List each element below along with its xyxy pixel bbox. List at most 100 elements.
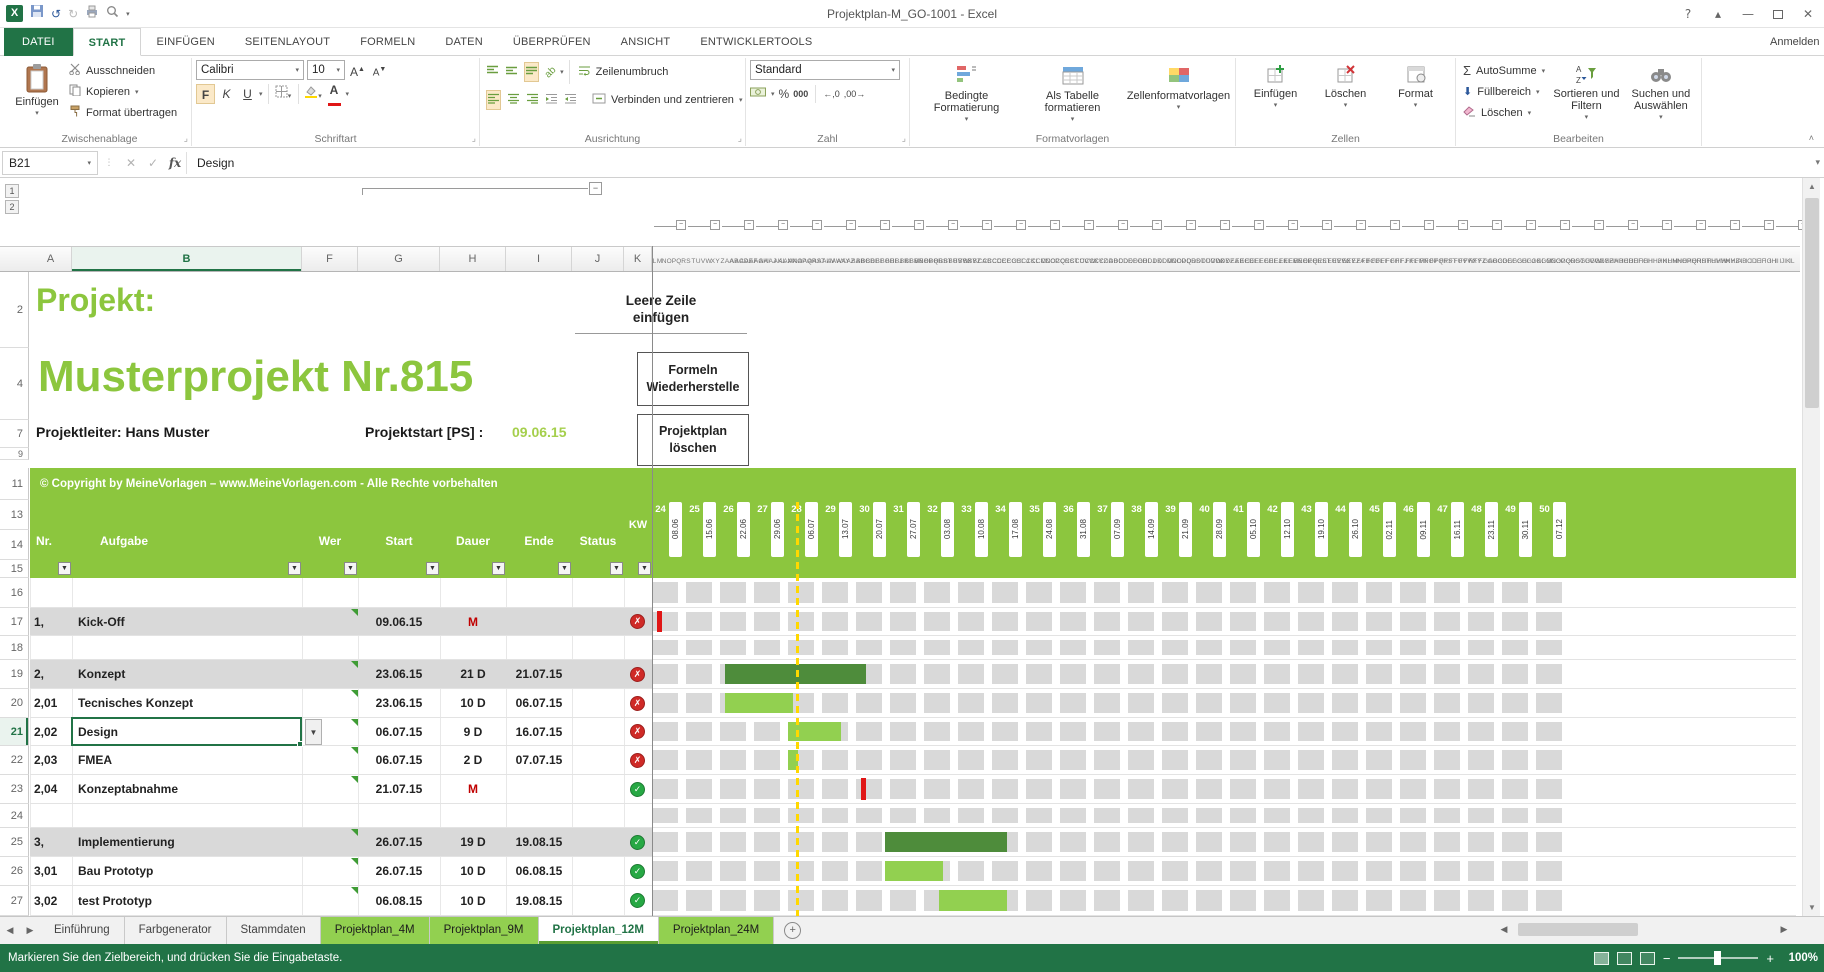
paste-button[interactable]: Einfügen ▾ xyxy=(12,60,62,123)
minimize-button[interactable]: — xyxy=(1734,3,1762,25)
align-middle-icon[interactable] xyxy=(505,63,518,81)
week-group-collapse-button[interactable]: − xyxy=(812,220,822,230)
formula-input[interactable]: Design xyxy=(187,156,234,170)
week-group-collapse-button[interactable]: − xyxy=(1560,220,1570,230)
increase-indent-icon[interactable] xyxy=(564,91,577,109)
week-group-collapse-button[interactable]: − xyxy=(1526,220,1536,230)
row-header-20[interactable]: 20 xyxy=(0,689,29,718)
dialog-launcher-number[interactable]: ⌟ xyxy=(902,133,906,144)
row-header-18[interactable]: 18 xyxy=(0,636,29,660)
column-header-H[interactable]: H xyxy=(440,247,506,271)
ribbon-tab-einfügen[interactable]: EINFÜGEN xyxy=(141,28,229,56)
column-header-F[interactable]: F xyxy=(302,247,358,271)
week-group-collapse-button[interactable]: − xyxy=(744,220,754,230)
cell-nr[interactable]: 3,01 xyxy=(34,857,72,886)
align-top-icon[interactable] xyxy=(486,63,499,81)
ribbon-collapse-icon[interactable]: ˄ xyxy=(1809,133,1814,143)
row-header-7[interactable]: 7 xyxy=(0,420,29,448)
row-header-9[interactable]: 9 xyxy=(0,448,29,460)
ribbon-tab-entwicklertools[interactable]: ENTWICKLERTOOLS xyxy=(685,28,827,56)
insert-function-button[interactable]: fx xyxy=(164,156,186,170)
help-button[interactable]: ? xyxy=(1674,3,1702,25)
week-group-collapse-button[interactable]: − xyxy=(778,220,788,230)
accounting-format-icon[interactable] xyxy=(750,85,767,103)
shrink-font-button[interactable]: A▼ xyxy=(370,60,389,80)
filter-dropdown-H[interactable]: ▼ xyxy=(492,562,505,575)
status-ok-icon[interactable]: ✓ xyxy=(630,782,645,797)
status-ok-icon[interactable]: ✓ xyxy=(630,893,645,908)
status-error-icon[interactable]: ✗ xyxy=(630,667,645,682)
column-group-collapse-button[interactable]: − xyxy=(589,182,602,195)
column-header-G[interactable]: G xyxy=(358,247,440,271)
ribbon-tab-ansicht[interactable]: ANSICHT xyxy=(606,28,686,56)
cell-nr[interactable]: 2,02 xyxy=(34,718,72,746)
cell-start[interactable]: 06.07.15 xyxy=(358,746,440,775)
filter-dropdown-K[interactable]: ▼ xyxy=(638,562,651,575)
find-select-button[interactable]: Suchen und Auswählen▾ xyxy=(1625,60,1697,124)
cell-task-name[interactable]: Bau Prototyp xyxy=(78,857,300,886)
add-sheet-button[interactable]: + xyxy=(784,922,801,939)
week-group-collapse-button[interactable]: − xyxy=(1288,220,1298,230)
fill-handle[interactable] xyxy=(297,741,303,747)
cell-nr[interactable]: 1, xyxy=(34,608,72,636)
cell-end[interactable]: 19.08.15 xyxy=(506,828,572,857)
status-ok-icon[interactable]: ✓ xyxy=(630,864,645,879)
column-header-J[interactable]: J xyxy=(572,247,624,271)
zoom-slider[interactable] xyxy=(1678,957,1758,959)
name-box[interactable]: B21▾ xyxy=(2,151,98,175)
filter-dropdown-J[interactable]: ▼ xyxy=(610,562,623,575)
cell-end[interactable]: 06.07.15 xyxy=(506,689,572,718)
row-header-25[interactable]: 25 xyxy=(0,828,29,857)
sheet-tab-projektplan_12m[interactable]: Projektplan_12M xyxy=(539,917,659,944)
fill-color-icon[interactable]: ▾ xyxy=(304,84,323,104)
increase-decimal-icon[interactable]: ←,0 xyxy=(823,89,840,99)
sheet-tab-stammdaten[interactable]: Stammdaten xyxy=(227,917,321,944)
week-group-collapse-button[interactable]: − xyxy=(1390,220,1400,230)
filter-dropdown-F[interactable]: ▼ xyxy=(344,562,357,575)
cell-nr[interactable]: 3,02 xyxy=(34,886,72,916)
insert-empty-row-button[interactable]: Leere Zeileeinfügen xyxy=(575,288,747,334)
row-header-19[interactable]: 19 xyxy=(0,660,29,689)
status-error-icon[interactable]: ✗ xyxy=(630,614,645,629)
hscroll-left-icon[interactable]: ◀ xyxy=(1494,921,1514,938)
font-color-icon[interactable]: A xyxy=(325,84,344,104)
font-family-select[interactable]: Calibri▾ xyxy=(196,60,304,80)
sheet-nav-right-icon[interactable]: ▶ xyxy=(20,917,40,944)
row-header-2[interactable]: 2 xyxy=(0,272,29,348)
dialog-launcher-alignment[interactable]: ⌟ xyxy=(738,133,742,144)
column-header-K[interactable]: K xyxy=(624,247,652,271)
ribbon-tab-überprüfen[interactable]: ÜBERPRÜFEN xyxy=(498,28,606,56)
ribbon-tab-formeln[interactable]: FORMELN xyxy=(345,28,430,56)
cell-start[interactable]: 26.07.15 xyxy=(358,828,440,857)
cell-start[interactable]: 06.08.15 xyxy=(358,886,440,916)
cell-start[interactable]: 26.07.15 xyxy=(358,857,440,886)
number-format-select[interactable]: Standard▾ xyxy=(750,60,900,80)
week-group-collapse-button[interactable]: − xyxy=(1254,220,1264,230)
cell-nr[interactable]: 2,03 xyxy=(34,746,72,775)
align-right-icon[interactable] xyxy=(526,91,539,109)
cell-duration[interactable]: M xyxy=(440,775,506,804)
cell-nr[interactable]: 3, xyxy=(34,828,72,857)
row-header-17[interactable]: 17 xyxy=(0,608,29,636)
filter-dropdown-I[interactable]: ▼ xyxy=(558,562,571,575)
vertical-scroll-thumb[interactable] xyxy=(1805,198,1819,408)
week-group-collapse-button[interactable]: − xyxy=(982,220,992,230)
cell-task-name[interactable]: Tecnisches Konzept xyxy=(78,689,300,718)
week-group-collapse-button[interactable]: − xyxy=(1322,220,1332,230)
cell-end[interactable]: 06.08.15 xyxy=(506,857,572,886)
cell-duration[interactable]: 10 D xyxy=(440,689,506,718)
cell-start[interactable]: 23.06.15 xyxy=(358,689,440,718)
format-as-table-button[interactable]: Als Tabelle formatieren▾ xyxy=(1023,60,1123,126)
row-header-4[interactable]: 4 xyxy=(0,348,29,420)
grow-font-button[interactable]: A▲ xyxy=(348,60,367,80)
autosum-button[interactable]: ΣAutoSumme▾ xyxy=(1460,60,1548,81)
decrease-indent-icon[interactable] xyxy=(545,91,558,109)
cell-duration[interactable]: 10 D xyxy=(440,857,506,886)
format-cells-button[interactable]: Format▾ xyxy=(1385,60,1447,112)
orientation-icon[interactable]: ab xyxy=(543,64,559,80)
week-group-collapse-button[interactable]: − xyxy=(1050,220,1060,230)
ribbon-display-button[interactable]: ▴ xyxy=(1704,3,1732,25)
cell-task-name[interactable]: Konzept xyxy=(78,660,300,689)
horizontal-scroll-thumb[interactable] xyxy=(1518,923,1638,936)
cell-start[interactable]: 06.07.15 xyxy=(358,718,440,746)
